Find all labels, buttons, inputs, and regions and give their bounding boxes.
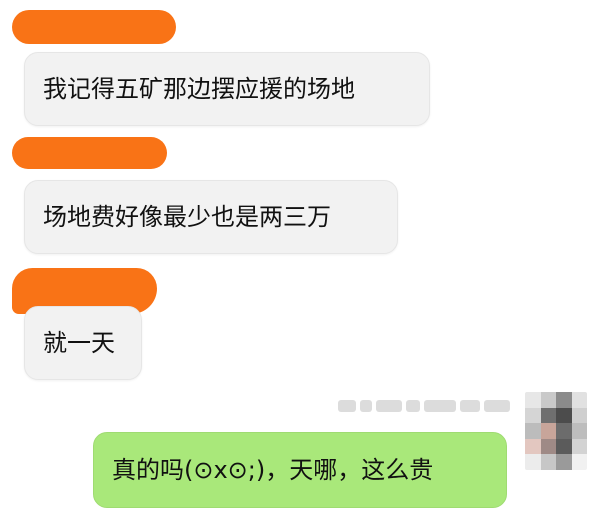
sender-name-blurred	[338, 397, 518, 415]
redacted-name-2	[12, 137, 167, 169]
message-bubble-2: 场地费好像最少也是两三万	[24, 180, 398, 254]
message-bubble-3: 就一天	[24, 306, 142, 380]
message-bubble-1: 我记得五矿那边摆应援的场地	[24, 52, 430, 126]
message-text-1: 我记得五矿那边摆应援的场地	[43, 75, 355, 103]
sent-message-bubble: 真的吗(⊙x⊙;)，天哪，这么贵	[93, 432, 507, 508]
message-text-2: 场地费好像最少也是两三万	[43, 203, 331, 231]
sent-message-text: 真的吗(⊙x⊙;)，天哪，这么贵	[112, 456, 434, 484]
redacted-name-1	[12, 10, 176, 44]
avatar[interactable]	[525, 392, 587, 470]
message-text-3: 就一天	[43, 329, 115, 357]
